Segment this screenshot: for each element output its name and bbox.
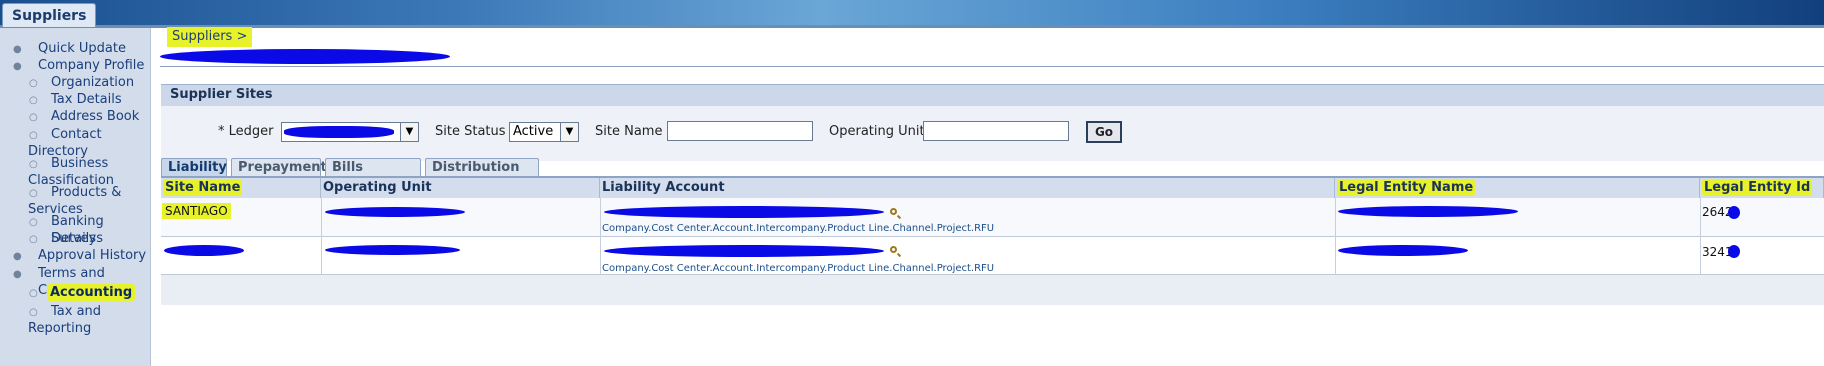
sidebar-item-tax-details[interactable]: Tax Details (51, 91, 122, 108)
title-divider (160, 66, 1824, 67)
search-icon[interactable] (890, 246, 897, 253)
sidebar-item-company-profile[interactable]: Company Profile (38, 57, 144, 74)
bullet-icon: ● (13, 251, 22, 262)
tab-suppliers[interactable]: Suppliers (2, 3, 97, 27)
redacted-site-name (164, 245, 244, 256)
redacted-liability-account (604, 245, 884, 257)
account-structure: Company.Cost Center.Account.Intercompany… (602, 223, 995, 234)
column-header-label: Site Name (163, 179, 243, 196)
account-structure: Company.Cost Center.Account.Intercompany… (602, 263, 995, 274)
column-header-legal-entity-id: Legal Entity Id (1700, 178, 1824, 198)
go-button[interactable]: Go (1086, 121, 1122, 143)
sidebar-item-tax-and-reporting[interactable]: Tax and Reporting (28, 303, 146, 337)
circle-bullet-icon: ○ (29, 112, 38, 123)
tab-prepayment[interactable]: Prepayment (231, 158, 327, 177)
column-header-site-name: Site Name (161, 178, 321, 198)
top-banner (0, 0, 1824, 25)
redacted-operating-unit (325, 207, 465, 217)
circle-bullet-icon: ○ (29, 234, 38, 245)
circle-bullet-icon: ○ (29, 78, 38, 89)
operating-unit-label: Operating Unit (829, 124, 925, 139)
redacted-ledger-value (284, 126, 394, 138)
sidebar-item-approval-history[interactable]: Approval History (38, 247, 146, 264)
section-title: Supplier Sites (170, 87, 273, 102)
site-name-label: Site Name (595, 124, 663, 139)
tab-liability[interactable]: Liability (161, 158, 227, 177)
bullet-icon: ● (13, 269, 22, 280)
column-divider (1700, 198, 1701, 275)
tab-distribution-set[interactable]: Distribution Set (425, 158, 539, 193)
breadcrumb[interactable]: Suppliers > (167, 27, 253, 47)
banner-divider (0, 25, 1824, 28)
sidebar-item-quick-update[interactable]: Quick Update (38, 40, 126, 57)
sidebar-item-accounting[interactable]: Accounting (47, 284, 136, 301)
column-divider (600, 198, 601, 275)
redacted-legal-entity-id-suffix (1728, 206, 1740, 219)
chevron-down-icon: ▼ (560, 123, 578, 141)
site-name-input[interactable] (667, 121, 813, 141)
redacted-liability-account (604, 206, 884, 218)
redacted-legal-entity-name (1338, 206, 1518, 217)
ledger-label: * Ledger (218, 124, 274, 139)
column-header-label: Legal Entity Id (1702, 179, 1813, 196)
chevron-down-icon: ▼ (400, 123, 418, 141)
site-status-label: Site Status (435, 124, 506, 139)
bullet-icon: ● (13, 61, 22, 72)
circle-bullet-icon: ○ (29, 217, 38, 228)
column-divider (321, 198, 322, 275)
ledger-select[interactable]: ▼ (281, 122, 419, 142)
site-status-select[interactable]: Active ▼ (509, 122, 579, 142)
search-icon[interactable] (890, 208, 897, 215)
column-header-operating-unit: Operating Unit (321, 178, 600, 198)
circle-bullet-icon: ○ (29, 288, 38, 299)
sidebar-item-address-book[interactable]: Address Book (51, 108, 139, 125)
redacted-legal-entity-id-suffix (1728, 245, 1740, 258)
site-name-cell: SANTIAGO (162, 203, 231, 219)
sidebar-item-organization[interactable]: Organization (51, 74, 134, 91)
redacted-page-title (160, 49, 450, 64)
column-header-legal-entity-name: Legal Entity Name (1335, 178, 1700, 198)
bullet-icon: ● (13, 44, 22, 55)
column-header-liability-account: Liability Account (600, 178, 1335, 198)
redacted-operating-unit (325, 245, 460, 255)
column-divider (1335, 198, 1336, 275)
sidebar-item-surveys[interactable]: Surveys (51, 230, 103, 247)
redacted-legal-entity-name (1338, 245, 1468, 256)
operating-unit-input[interactable] (923, 121, 1069, 141)
site-status-value: Active (513, 124, 554, 139)
sidebar-item-label: Accounting (47, 284, 136, 301)
section-header: Supplier Sites (161, 84, 1824, 106)
circle-bullet-icon: ○ (29, 95, 38, 106)
tab-bills-payable[interactable]: Bills Payable (325, 158, 421, 193)
sidebar: ● Quick Update ● Company Profile ○ Organ… (0, 28, 151, 366)
column-header-label: Legal Entity Name (1337, 179, 1476, 196)
table-footer (161, 275, 1824, 305)
